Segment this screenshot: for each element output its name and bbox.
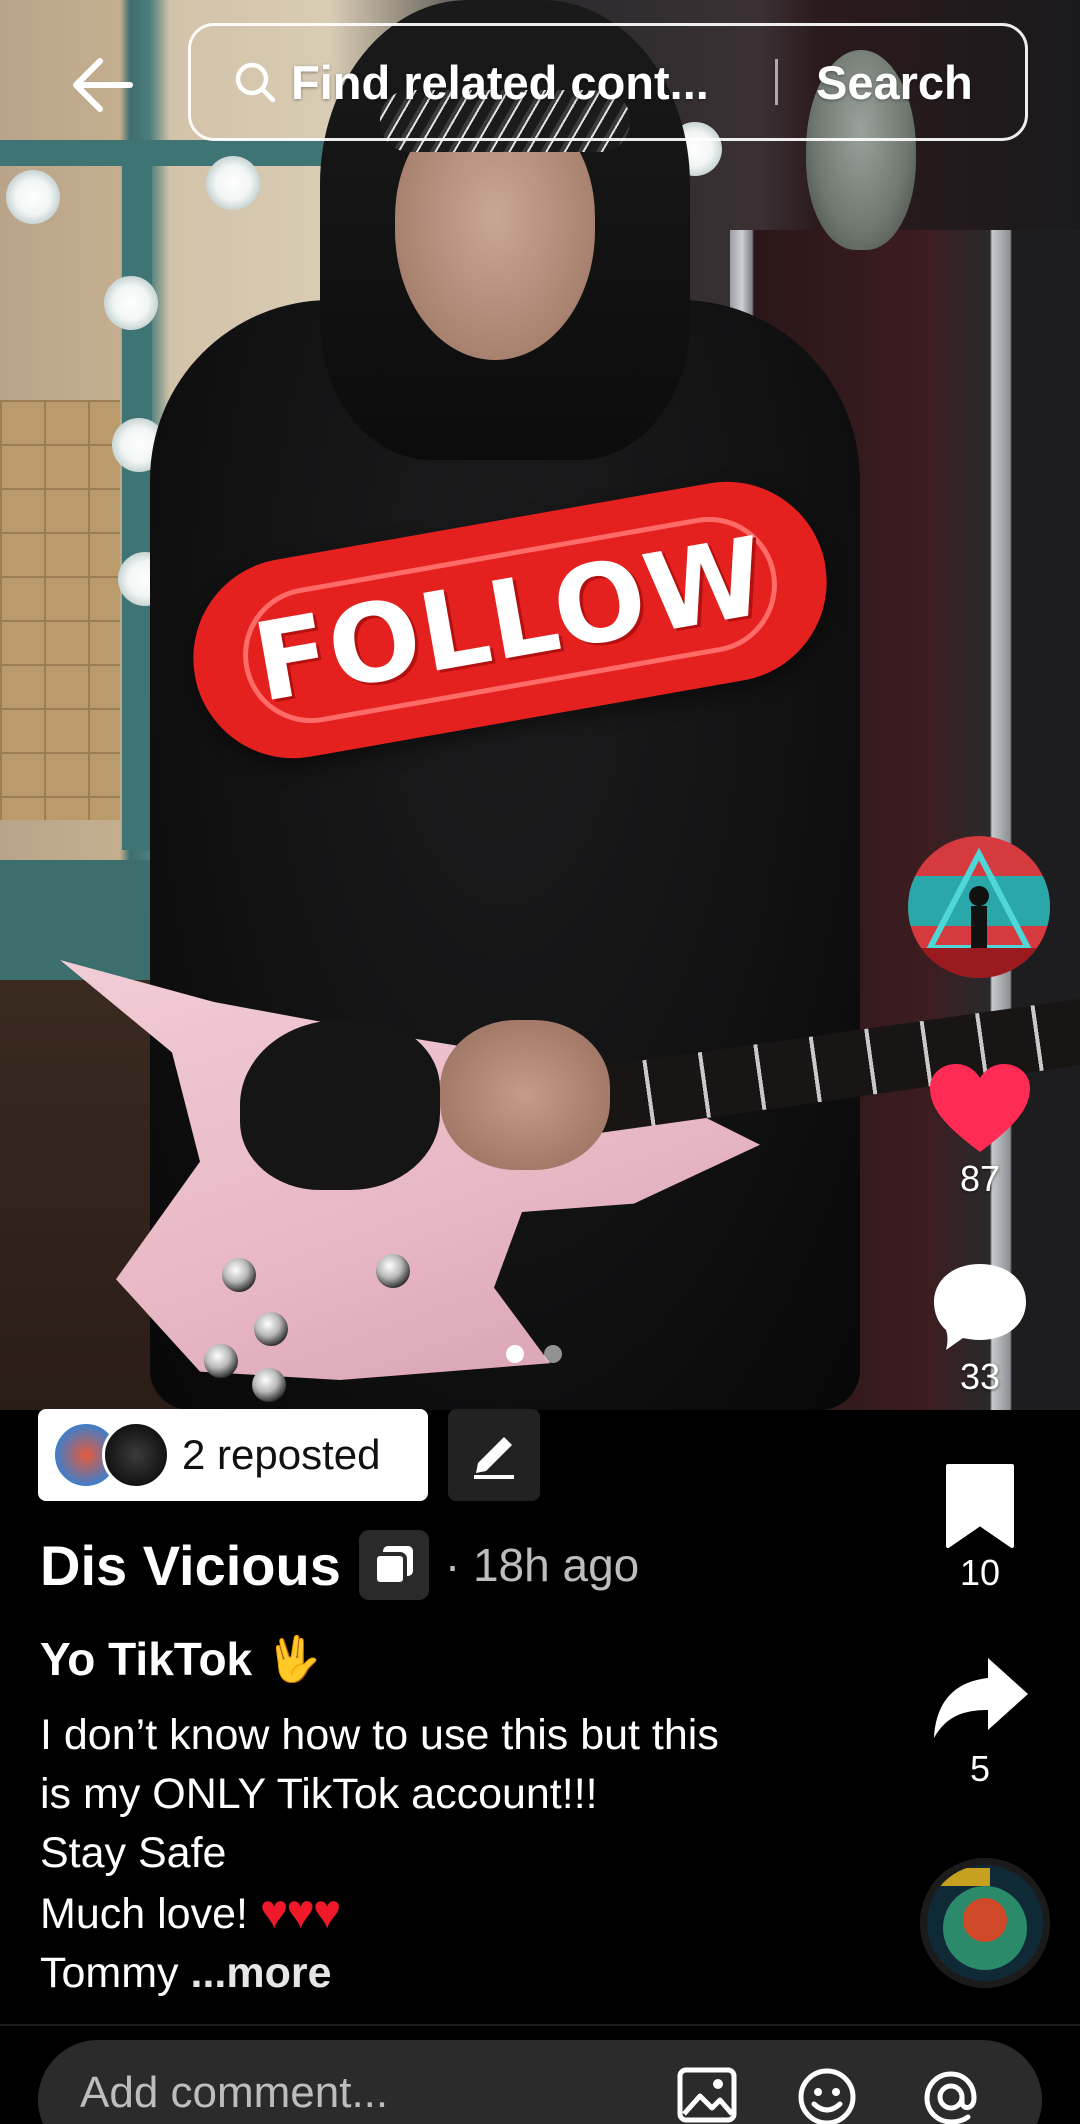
caption-line-text: Tommy: [40, 1949, 179, 1997]
comment-count: 33: [959, 1356, 1001, 1397]
author-avatar-image: [908, 836, 1050, 978]
emoji-icon[interactable]: [794, 2062, 860, 2124]
post-time: · 18h ago: [444, 1539, 640, 1591]
more-link[interactable]: ...more: [191, 1949, 332, 1997]
comment-button[interactable]: 33: [920, 1260, 1040, 1398]
caption-line: Tommy ...more: [40, 1944, 860, 2003]
repost-pill[interactable]: 2 reposted: [38, 1409, 428, 1501]
share-button[interactable]: 5: [920, 1654, 1040, 1790]
tile-wall: [0, 400, 120, 820]
caption-line-text: Much love!: [40, 1890, 248, 1938]
vulcan-salute-emoji: 🖖: [266, 1635, 321, 1684]
post-photo[interactable]: FOLLOW: [0, 0, 1080, 1410]
author-row: Dis Vicious · 18h ago: [40, 1530, 639, 1600]
heart-icon: [930, 1064, 1030, 1152]
mirror-bulb: [206, 156, 260, 210]
guitar-knob: [376, 1254, 410, 1288]
search-box[interactable]: Find related cont... Search: [188, 23, 1028, 141]
caption-title-text: Yo TikTok: [40, 1633, 253, 1685]
person-glove: [240, 1020, 440, 1190]
mirror-frame: [122, 150, 152, 850]
carousel-indicator: [506, 1345, 562, 1363]
caption-line: Stay Safe: [40, 1829, 227, 1877]
person-hand: [440, 1020, 610, 1170]
save-count: 10: [959, 1552, 1001, 1593]
search-input[interactable]: Find related cont...: [291, 55, 731, 110]
caption-title: Yo TikTok 🖖: [40, 1632, 321, 1686]
music-disc-image: [920, 1858, 1050, 1988]
search-divider: [775, 59, 778, 105]
caption-line: is my ONLY TikTok account!!!: [40, 1770, 598, 1818]
save-button[interactable]: 10: [920, 1462, 1040, 1594]
comment-input[interactable]: Add comment...: [80, 2068, 388, 2118]
mention-icon[interactable]: [918, 2062, 984, 2124]
image-icon[interactable]: [674, 2062, 740, 2124]
search-button[interactable]: Search: [816, 55, 973, 110]
author-name[interactable]: Dis Vicious: [40, 1533, 341, 1598]
edit-repost-button[interactable]: [448, 1409, 540, 1501]
bookmark-icon: [946, 1464, 1014, 1548]
mirror-bulb: [6, 170, 60, 224]
guitar-knob: [252, 1368, 286, 1402]
photo-mode-icon: [358, 1530, 429, 1600]
like-button[interactable]: 87: [920, 1062, 1040, 1200]
share-count: 5: [969, 1748, 991, 1789]
caption-line: I don’t know how to use this but this: [40, 1711, 719, 1759]
repost-avatar: [102, 1421, 170, 1489]
guitar-knob: [204, 1344, 238, 1378]
back-arrow-icon: [73, 58, 133, 112]
like-count: 87: [959, 1158, 1001, 1199]
red-hearts-emoji: ♥♥♥: [259, 1886, 341, 1939]
caption-body[interactable]: I don’t know how to use this but this is…: [40, 1706, 860, 2003]
share-arrow-icon: [934, 1658, 1028, 1738]
comment-bubble-icon: [934, 1264, 1026, 1350]
search-icon: [235, 62, 276, 103]
carousel-dot[interactable]: [544, 1345, 562, 1363]
author-avatar[interactable]: [908, 836, 1050, 978]
pencil-icon: [474, 1437, 514, 1479]
mirror-bulb: [104, 276, 158, 330]
comment-bar[interactable]: Add comment...: [38, 2040, 1042, 2124]
guitar-knob: [222, 1258, 256, 1292]
comment-divider: [0, 2024, 1080, 2026]
back-button[interactable]: [62, 50, 142, 120]
guitar-knob: [254, 1312, 288, 1346]
music-disc[interactable]: [920, 1858, 1050, 1988]
repost-label: 2 reposted: [182, 1431, 381, 1478]
carousel-dot-active[interactable]: [506, 1345, 524, 1363]
caption-line: Much love! ♥♥♥: [40, 1883, 860, 1944]
